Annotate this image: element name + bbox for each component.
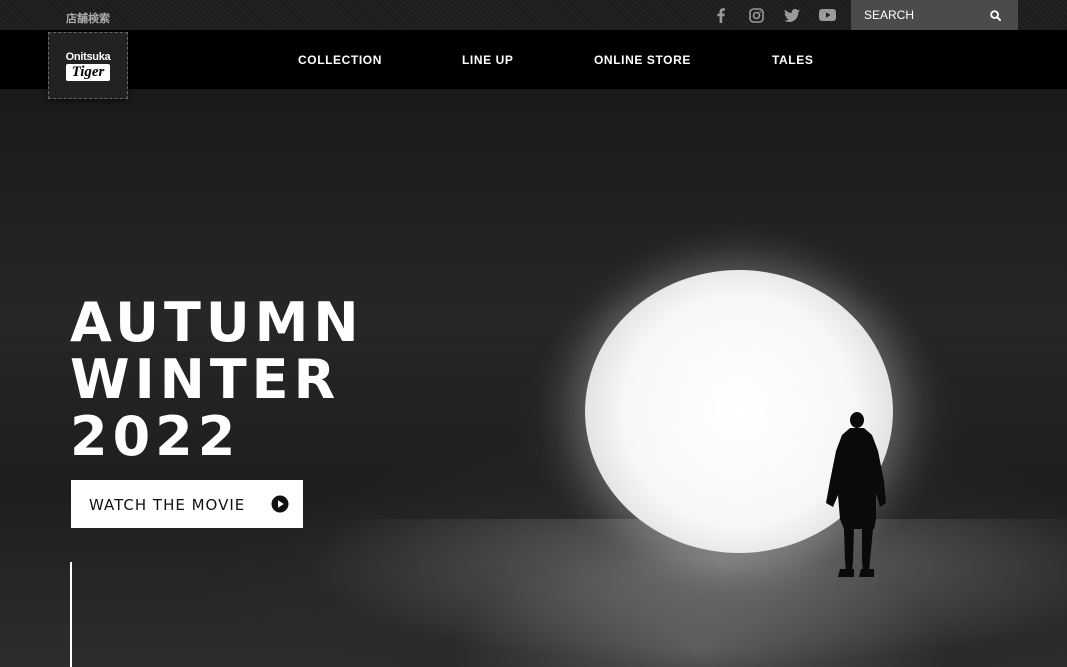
search-input[interactable] (851, 0, 991, 30)
hero-banner: AUTUMN WINTER 2022 WATCH THE MOVIE (0, 89, 1067, 667)
nav-item-line-up[interactable]: LINE UP (462, 53, 514, 67)
nav-item-tales[interactable]: TALES (772, 53, 813, 67)
watch-movie-label: WATCH THE MOVIE (89, 496, 246, 514)
twitter-icon[interactable] (783, 7, 800, 23)
nav-item-online-store[interactable]: ONLINE STORE (594, 53, 691, 67)
scroll-indicator-line (70, 562, 72, 667)
facebook-icon[interactable] (714, 7, 728, 23)
search-icon[interactable] (987, 7, 1003, 23)
silhouette-figure-image (826, 412, 886, 577)
headline-line-2: WINTER (70, 348, 341, 411)
utility-bar: 店舗検索 (0, 0, 1067, 30)
youtube-icon[interactable] (818, 7, 836, 23)
nav-item-collection[interactable]: COLLECTION (298, 53, 382, 67)
logo-wordmark-top: Onitsuka (65, 50, 111, 63)
brand-logo[interactable]: Onitsuka Tiger (48, 32, 128, 99)
logo-wordmark-bottom: Tiger (65, 63, 111, 81)
hero-headline: AUTUMN WINTER 2022 (70, 294, 364, 465)
play-icon (271, 495, 289, 513)
main-nav (0, 30, 1067, 89)
headline-line-1: AUTUMN (70, 291, 364, 354)
store-search-link[interactable]: 店舗検索 (66, 10, 110, 26)
instagram-icon[interactable] (748, 7, 764, 23)
watch-movie-button[interactable]: WATCH THE MOVIE (71, 480, 303, 528)
headline-line-3: 2022 (70, 405, 241, 468)
